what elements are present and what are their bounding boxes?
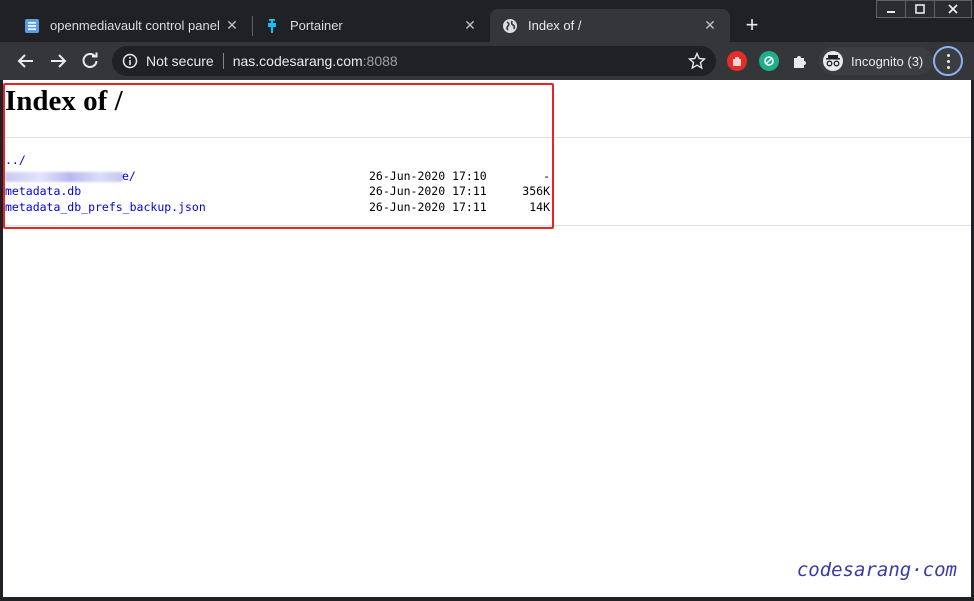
incognito-label: Incognito (3)	[851, 53, 924, 69]
browser-menu-button[interactable]	[933, 46, 963, 76]
globe-icon	[503, 18, 517, 33]
arrow-left-icon	[17, 54, 33, 68]
minimize-icon	[887, 11, 895, 13]
maximize-icon	[915, 4, 925, 14]
hand-icon	[733, 57, 741, 66]
extensions-button[interactable]	[790, 51, 810, 71]
page-viewport: Index of / ../ e/ 26-Jun-2020 17:10 - me…	[3, 80, 971, 597]
menu-dot	[946, 53, 950, 57]
close-tab-icon[interactable]: ✕	[222, 16, 242, 36]
url-port[interactable]: :8088	[363, 53, 398, 69]
tab-title: openmediavault control panel - I	[50, 18, 222, 33]
tab-index[interactable]: Index of / ✕	[490, 9, 730, 42]
maximize-button[interactable]	[905, 0, 935, 18]
info-icon[interactable]	[122, 53, 138, 69]
close-tab-icon[interactable]: ✕	[460, 16, 480, 36]
omv-icon	[25, 18, 39, 33]
security-status[interactable]: Not secure	[146, 53, 214, 69]
portainer-icon	[268, 18, 276, 33]
window-frame-left	[0, 80, 3, 601]
extension-icon-green[interactable]	[759, 51, 779, 71]
highlight-box	[3, 83, 554, 229]
back-button[interactable]	[12, 47, 40, 75]
tab-openmediavault[interactable]: openmediavault control panel - I ✕	[0, 9, 252, 42]
leaf-icon	[764, 56, 774, 66]
url-host[interactable]: nas.codesarang.com	[233, 53, 363, 69]
window-frame-bottom	[0, 597, 974, 601]
minimize-button[interactable]	[876, 0, 906, 18]
tab-portainer[interactable]: Portainer ✕	[240, 9, 490, 42]
new-tab-button[interactable]: +	[740, 14, 764, 38]
toolbar: Not secure nas.codesarang.com:8088 Incog…	[0, 42, 974, 80]
menu-dot	[946, 65, 950, 69]
star-icon[interactable]	[688, 52, 706, 70]
adblock-extension-icon[interactable]	[727, 51, 747, 71]
incognito-icon	[823, 51, 843, 71]
reload-button[interactable]	[76, 47, 104, 75]
reload-icon	[82, 52, 98, 68]
close-tab-icon[interactable]: ✕	[700, 16, 720, 36]
menu-dot	[946, 59, 950, 63]
incognito-profile-button[interactable]: Incognito (3)	[819, 47, 934, 75]
tab-title: Index of /	[528, 18, 582, 33]
address-bar[interactable]: Not secure nas.codesarang.com:8088	[112, 46, 716, 76]
forward-button[interactable]	[44, 47, 72, 75]
arrow-right-icon	[51, 54, 67, 68]
puzzle-icon	[794, 56, 806, 68]
watermark: codesarang·com	[796, 559, 957, 581]
tab-title: Portainer	[290, 18, 343, 33]
tab-strip: openmediavault control panel - I ✕ Porta…	[0, 0, 974, 42]
omnibox-divider	[222, 53, 224, 69]
close-icon	[948, 4, 958, 14]
close-window-button[interactable]	[934, 0, 972, 18]
